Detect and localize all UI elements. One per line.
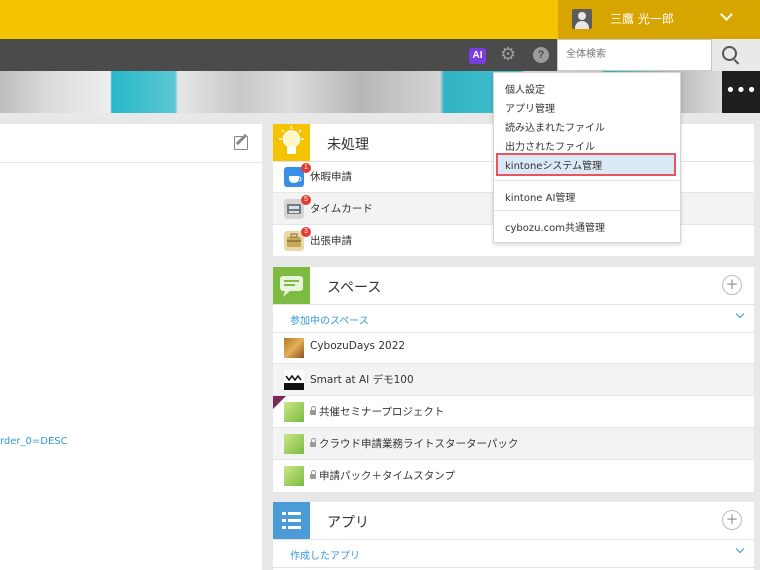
edit-icon[interactable]: [234, 136, 248, 150]
gear-icon[interactable]: ⚙: [500, 45, 516, 65]
speech-bubble-icon: [273, 267, 310, 304]
menu-item-kintone-system-admin[interactable]: kintoneシステム管理: [505, 157, 602, 172]
list-item-label: Smart at AI デモ100: [310, 374, 414, 386]
list-item-label: 共催セミナープロジェクト: [310, 404, 444, 419]
apps-card: アプリ + 作成したアプリ: [273, 502, 754, 570]
chevron-down-icon: [735, 544, 745, 554]
spaces-card: スペース + 参加中のスペース CybozuDays 2022 Smart at…: [273, 267, 754, 492]
list-item-label: クラウド申請業務ライトスターターパック: [310, 436, 518, 451]
space-thumbnail-icon: [284, 370, 304, 390]
list-item[interactable]: 共催セミナープロジェクト: [273, 396, 754, 428]
apps-title: アプリ: [327, 515, 369, 531]
global-search: [557, 39, 712, 71]
unprocessed-title: 未処理: [327, 137, 369, 153]
search-icon: [722, 46, 737, 61]
list-icon: [273, 502, 310, 539]
lightbulb-icon: [273, 124, 310, 161]
search-input[interactable]: [564, 48, 708, 61]
spaces-subheader[interactable]: 参加中のスペース: [273, 304, 754, 333]
apps-subheader-label: 作成したアプリ: [290, 551, 360, 562]
spaces-title: スペース: [327, 280, 382, 296]
menu-item-cybozu-common-admin[interactable]: cybozu.com共通管理: [505, 219, 605, 234]
lock-icon: [310, 470, 316, 479]
settings-dropdown-menu: 個人設定 アプリ管理 読み込まれたファイル 出力されたファイル kintoneシ…: [493, 72, 681, 243]
left-panel-header: [0, 124, 262, 163]
list-item[interactable]: クラウド申請業務ライトスターターパック: [273, 428, 754, 460]
left-panel: rder_0=DESC: [0, 124, 262, 570]
chevron-down-icon: [735, 309, 745, 319]
list-item-label: タイムカード: [310, 203, 373, 215]
add-app-button[interactable]: +: [722, 510, 742, 530]
apps-header: アプリ +: [273, 502, 754, 540]
user-menu[interactable]: 三鷹 光一郎: [558, 0, 760, 39]
user-name: 三鷹 光一郎: [610, 12, 674, 26]
list-item-label: 出張申請: [310, 235, 352, 247]
lock-icon: [310, 438, 316, 447]
menu-item-kintone-ai-admin[interactable]: kintone AI管理: [505, 189, 575, 204]
ai-button[interactable]: AI: [469, 48, 486, 64]
panel-link[interactable]: rder_0=DESC: [0, 436, 68, 447]
user-avatar-icon: [572, 9, 592, 29]
menu-item-app-management[interactable]: アプリ管理: [505, 100, 555, 115]
menu-item-personal-settings[interactable]: 個人設定: [505, 81, 545, 96]
space-thumbnail-icon: [284, 434, 304, 454]
space-thumbnail-icon: [284, 466, 304, 486]
space-thumbnail-icon: [284, 402, 304, 422]
help-icon[interactable]: ?: [533, 47, 549, 63]
list-item-label: 休暇申請: [310, 171, 352, 183]
lock-icon: [310, 406, 316, 415]
list-item-label: 申請パック＋タイムスタンプ: [310, 468, 455, 483]
menu-divider: [494, 180, 680, 181]
spaces-header: スペース +: [273, 267, 754, 305]
list-item-label: CybozuDays 2022: [310, 340, 406, 352]
space-thumbnail-icon: [284, 338, 304, 358]
apps-subheader[interactable]: 作成したアプリ: [273, 539, 754, 568]
list-item[interactable]: Smart at AI デモ100: [273, 364, 754, 396]
add-space-button[interactable]: +: [722, 275, 742, 295]
chevron-down-icon: [720, 8, 733, 21]
list-item[interactable]: 申請パック＋タイムスタンプ: [273, 460, 754, 492]
menu-item-imported-files[interactable]: 読み込まれたファイル: [505, 119, 605, 134]
more-options-button[interactable]: •••: [722, 71, 760, 113]
spaces-subheader-label: 参加中のスペース: [290, 316, 369, 327]
menu-item-exported-files[interactable]: 出力されたファイル: [505, 138, 595, 153]
list-item[interactable]: CybozuDays 2022: [273, 332, 754, 364]
search-button[interactable]: [712, 39, 760, 71]
menu-divider: [494, 210, 680, 211]
